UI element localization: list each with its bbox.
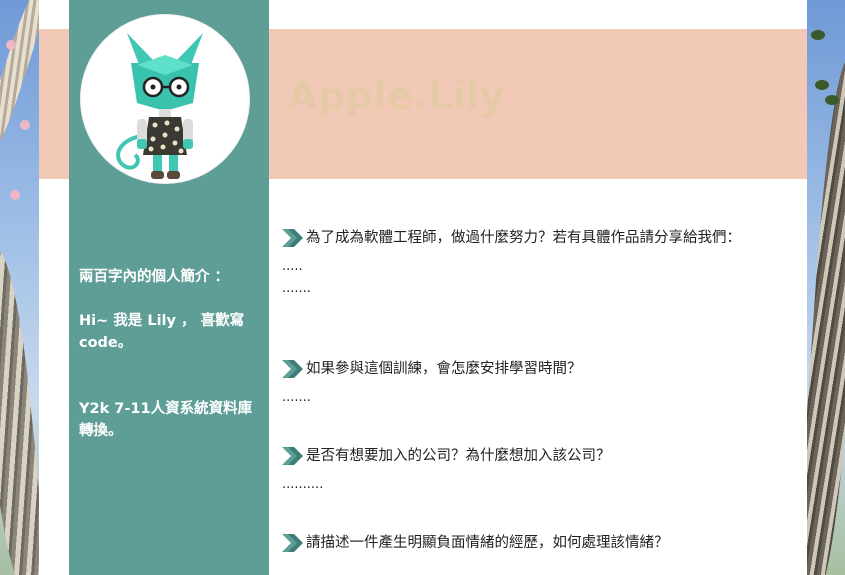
double-chevron-right-icon [282, 229, 303, 247]
sidebar: 兩百字內的個人簡介 ： Hi~ 我是 Lily ， 喜歡寫code。 Y2k 7… [69, 0, 269, 575]
bio-class: Y2k 7-11人資系統資料庫轉換。 [79, 401, 253, 439]
qa-answer: ....... [282, 390, 311, 405]
double-chevron-right-icon [282, 534, 303, 552]
avatar [80, 14, 250, 184]
qa-question-text: 是否有想要加入的公司？為什麼想加入該公司？ [306, 448, 611, 464]
qa-item: 是否有想要加入的公司？為什麼想加入該公司？ .......... [282, 438, 762, 496]
qa-item: 請描述一件產生明顯負面情緒的經歷，如何處理該情緒？ [282, 525, 762, 561]
double-chevron-right-icon [282, 360, 303, 378]
double-chevron-right-icon [282, 447, 303, 465]
qa-answer: .......... [282, 477, 324, 492]
qa-item: 為了成為軟體工程師，做過什麼努力？若有具體作品請分享給我們： ..... ...… [282, 220, 762, 300]
qa-answer: ..... [282, 259, 303, 274]
qa-question: 是否有想要加入的公司？為什麼想加入該公司？ [282, 438, 762, 474]
bio-intro: Hi~ 我是 Lily ， 喜歡寫code。 [79, 313, 245, 351]
qa-item: 如果參與這個訓練，會怎麼安排學習時間？ ....... [282, 351, 762, 409]
qa-question-text: 請描述一件產生明顯負面情緒的經歷，如何處理該情緒？ [306, 535, 669, 551]
qa-answer: ....... [282, 281, 311, 296]
bio-heading: 兩百字內的個人簡介 ： [79, 269, 230, 285]
background-scenery-left [0, 0, 39, 575]
qa-question: 如果參與這個訓練，會怎麼安排學習時間？ [282, 351, 762, 387]
cat-robot-avatar-icon [116, 33, 203, 179]
qa-question-text: 為了成為軟體工程師，做過什麼努力？若有具體作品請分享給我們： [306, 230, 741, 246]
page-title: Apple.Lily [288, 74, 506, 118]
background-scenery-right [807, 0, 845, 575]
qa-question-text: 如果參與這個訓練，會怎麼安排學習時間？ [306, 361, 582, 377]
qa-question: 為了成為軟體工程師，做過什麼努力？若有具體作品請分享給我們： [282, 220, 762, 256]
profile-page: 兩百字內的個人簡介 ： Hi~ 我是 Lily ， 喜歡寫code。 Y2k 7… [39, 0, 807, 575]
qa-question: 請描述一件產生明顯負面情緒的經歷，如何處理該情緒？ [282, 525, 762, 561]
